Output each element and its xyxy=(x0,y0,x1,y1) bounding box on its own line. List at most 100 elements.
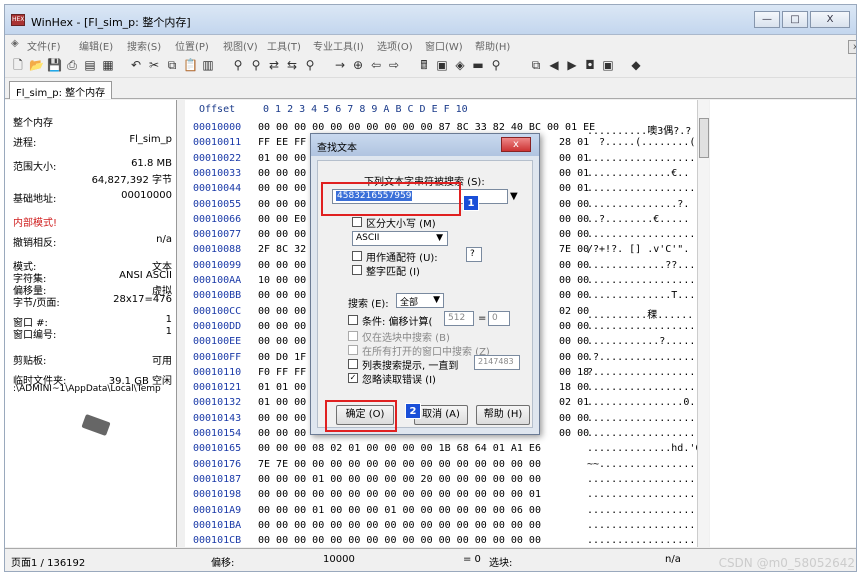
hex-row[interactable]: 00 00 00 08 02 01 00 00 00 00 1B 68 64 0… xyxy=(258,443,541,454)
disk-icon[interactable]: ◈ xyxy=(453,58,467,72)
text-row[interactable]: .................. xyxy=(587,382,695,393)
menu-file[interactable]: 文件(F) xyxy=(27,38,61,53)
text-row[interactable]: .............??... xyxy=(587,260,695,271)
options-icon[interactable]: ◆ xyxy=(629,58,643,72)
text-row[interactable]: ............?..... xyxy=(587,336,695,347)
replace-hex-icon[interactable]: ⇆ xyxy=(285,58,299,72)
selection-only-checkbox[interactable] xyxy=(348,331,358,341)
save-icon[interactable]: 💾 xyxy=(47,58,62,72)
print-icon[interactable]: ⎙ xyxy=(65,58,79,72)
goto-icon[interactable]: → xyxy=(333,58,347,72)
hex-row[interactable]: 00 00 00 00 00 00 00 00 00 00 87 8C 33 8… xyxy=(258,122,595,133)
text-row[interactable]: ..........噢3偶?.? xyxy=(587,122,691,137)
text-row[interactable]: ...............?. xyxy=(587,199,689,210)
text-row[interactable]: .?................ xyxy=(587,352,695,363)
properties-icon[interactable]: ▤ xyxy=(83,58,97,72)
ignore-errors-checkbox[interactable]: ✓ xyxy=(348,373,358,383)
window-icon[interactable]: ▣ xyxy=(601,58,615,72)
forward-icon[interactable]: ⇨ xyxy=(387,58,401,72)
text-row[interactable]: .................. xyxy=(587,413,695,424)
cancel-button[interactable]: 取消 (A) xyxy=(414,405,468,425)
minimize-button[interactable]: — xyxy=(754,11,780,28)
tab-memory[interactable]: Fl_sim_p: 整个内存 xyxy=(9,81,113,99)
text-row[interactable]: ..............T... xyxy=(587,290,695,301)
hex-row[interactable]: 00 00 00 00 00 00 00 00 00 00 00 00 00 0… xyxy=(258,520,541,531)
undo-icon[interactable]: ↶ xyxy=(129,58,143,72)
text-row[interactable]: .................. xyxy=(587,153,695,164)
search-direction-select[interactable]: 全部 ▼ xyxy=(396,293,444,308)
menu-options[interactable]: 选项(O) xyxy=(377,38,413,53)
menu-pro-tools[interactable]: 专业工具(I) xyxy=(313,38,364,53)
text-row[interactable]: ..............hd.'C xyxy=(587,443,701,454)
compare-icon[interactable]: ⧉ xyxy=(529,58,543,72)
text-row[interactable]: .................. xyxy=(587,505,695,516)
text-row[interactable]: .................. xyxy=(587,321,695,332)
maximize-button[interactable]: □ xyxy=(782,11,808,28)
ram-icon[interactable]: ▣ xyxy=(435,58,449,72)
search-dropdown-arrow-icon[interactable]: ▼ xyxy=(510,191,518,202)
condition-value1[interactable]: 512 xyxy=(444,311,474,326)
goto-offset-icon[interactable]: ⊕ xyxy=(351,58,365,72)
text-row[interactable]: ..?........€..... xyxy=(587,214,689,225)
text-row[interactable]: .................. xyxy=(587,520,695,531)
prev-icon[interactable]: ◀ xyxy=(547,58,561,72)
text-row[interactable]: .................. xyxy=(587,474,695,485)
calculator-icon[interactable]: 🖩 xyxy=(417,58,431,72)
find-hex-icon[interactable]: ⚲ xyxy=(249,58,263,72)
menu-edit[interactable]: 编辑(E) xyxy=(79,38,113,53)
menu-window[interactable]: 窗口(W) xyxy=(425,38,463,53)
paste-special-icon[interactable]: ▥ xyxy=(201,58,215,72)
list-hits-input[interactable]: 2147483 xyxy=(474,355,520,370)
text-row[interactable]: .................. xyxy=(587,275,695,286)
hex-row[interactable]: 00 00 00 00 00 00 00 00 00 00 00 00 00 0… xyxy=(258,489,541,500)
list-hits-checkbox[interactable] xyxy=(348,359,358,369)
hex-row[interactable]: 7E 7E 00 00 00 00 00 00 00 00 00 00 00 0… xyxy=(258,459,541,470)
find-icon[interactable]: ⚲ xyxy=(231,58,245,72)
menu-view[interactable]: 视图(V) xyxy=(223,38,258,53)
menu-search[interactable]: 搜索(S) xyxy=(127,38,161,53)
open-folder-icon[interactable]: 📂 xyxy=(29,58,44,72)
close-button[interactable]: X xyxy=(810,11,850,28)
hex-row[interactable]: 00 00 00 01 00 00 00 00 00 20 00 00 00 0… xyxy=(258,474,541,485)
text-row[interactable]: .................. xyxy=(587,535,695,546)
paste-icon[interactable]: 📋 xyxy=(183,58,198,72)
find-next-icon[interactable]: ⚲ xyxy=(303,58,317,72)
text-row[interactable]: ..........稞...... xyxy=(587,306,693,321)
dialog-close-button[interactable]: x xyxy=(501,137,531,152)
text-row[interactable]: /?+!?. [] .v'C'". xyxy=(587,244,689,255)
search-icon[interactable]: ⚲ xyxy=(489,58,503,72)
hex-row[interactable]: 00 00 00 00 00 00 00 00 00 00 00 00 00 0… xyxy=(258,535,541,546)
replace-icon[interactable]: ⇄ xyxy=(267,58,281,72)
menu-help[interactable]: 帮助(H) xyxy=(475,38,510,53)
back-icon[interactable]: ⇦ xyxy=(369,58,383,72)
copy-icon[interactable]: ⧉ xyxy=(165,58,179,72)
case-checkbox[interactable] xyxy=(352,217,362,227)
all-windows-checkbox[interactable] xyxy=(348,345,358,355)
text-row[interactable]: .................. xyxy=(587,229,695,240)
wildcard-checkbox[interactable] xyxy=(352,251,362,261)
text-row[interactable]: ..............€.. xyxy=(587,168,689,179)
text-row[interactable]: ................0. xyxy=(587,397,695,408)
scrollbar-thumb[interactable] xyxy=(699,118,709,158)
wildcard-input[interactable]: ? xyxy=(466,247,482,262)
whole-word-checkbox[interactable] xyxy=(352,265,362,275)
hex-row[interactable]: 00 00 00 01 00 00 00 01 00 00 00 00 00 0… xyxy=(258,505,541,516)
vertical-scrollbar[interactable] xyxy=(697,100,709,547)
encoding-select[interactable]: ASCII ▼ xyxy=(352,231,448,246)
text-row[interactable]: .................. xyxy=(587,489,695,500)
cut-icon[interactable]: ✂ xyxy=(147,58,161,72)
text-row[interactable]: ~~................ xyxy=(587,459,695,470)
menu-tools[interactable]: 工具(T) xyxy=(267,38,301,53)
text-row[interactable]: .................. xyxy=(587,183,695,194)
open-disk-icon[interactable]: ▦ xyxy=(101,58,115,72)
help-button[interactable]: 帮助 (H) xyxy=(476,405,530,425)
condition-value2[interactable]: 0 xyxy=(488,311,510,326)
menu-position[interactable]: 位置(P) xyxy=(175,38,209,53)
text-row[interactable]: ?................. xyxy=(587,367,695,378)
new-file-icon[interactable]: 🗋 xyxy=(11,58,25,72)
condition-checkbox[interactable] xyxy=(348,315,358,325)
memory-icon[interactable]: ▬ xyxy=(471,58,485,72)
camera-icon[interactable]: ◘ xyxy=(583,58,597,72)
text-row[interactable]: ?.....(........( xyxy=(587,137,695,148)
next-icon[interactable]: ▶ xyxy=(565,58,579,72)
